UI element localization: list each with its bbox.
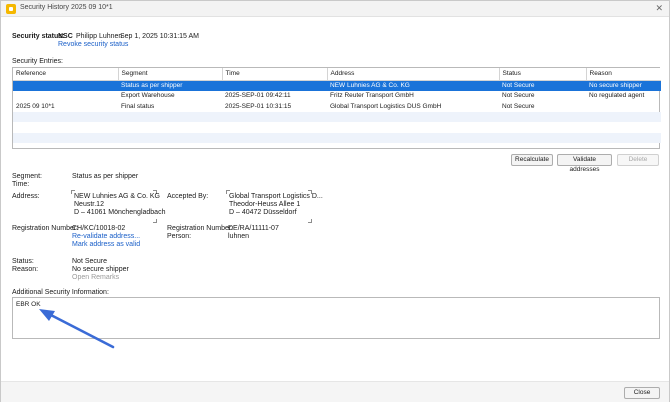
- cell-address: Fritz Reuter Transport GmbH: [330, 92, 414, 100]
- time-label: Time:: [12, 181, 30, 188]
- column-header-reference[interactable]: Reference: [13, 68, 119, 81]
- window-title: Security History 2025 09 10*1: [20, 4, 113, 11]
- accepted-by-label: Accepted By:: [167, 193, 209, 200]
- cell-address: NEW Luhnies AG & Co. KG: [327, 80, 499, 91]
- dialog-footer: Close: [1, 381, 669, 402]
- address-label: Address:: [12, 193, 40, 200]
- accepted-registration-number-value: DE/RA/11111-07: [228, 225, 279, 232]
- accepted-by-box[interactable]: Global Transport Logistics D... Theodor-…: [226, 190, 323, 223]
- empty-row: [13, 122, 661, 133]
- cell-reason: No regulated agent: [589, 92, 645, 100]
- cell-reference: [13, 91, 118, 102]
- person-value: luhnen: [228, 233, 250, 240]
- cell-time: 2025-SEP-01 10:31:15: [225, 102, 292, 110]
- table-header: Reference Segment Time Address Status Re…: [13, 68, 661, 81]
- column-header-address[interactable]: Address: [327, 68, 500, 81]
- cell-status: Not Secure: [499, 80, 586, 91]
- table-row[interactable]: 2025 09 10*1 Final status 2025-SEP-01 10…: [13, 101, 661, 112]
- security-history-window: Security History 2025 09 10*1 ✕ Security…: [0, 0, 670, 402]
- validate-addresses-button[interactable]: Validate addresses: [557, 154, 612, 173]
- reason-value: No secure shipper: [72, 266, 129, 273]
- status-label: Status:: [12, 258, 34, 265]
- status-timestamp: Sep 1, 2025 10:31:15 AM: [120, 33, 200, 40]
- additional-info-textarea[interactable]: EBR OK: [12, 297, 660, 339]
- address-line-2: Neustr.12: [74, 201, 104, 208]
- address-box[interactable]: NEW Luhnies AG & Co. KG Neustr.12 D – 41…: [71, 190, 165, 223]
- address-line-1: NEW Luhnies AG & Co. KG: [74, 193, 160, 200]
- table-row[interactable]: Export Warehouse 2025-SEP-01 09:42:11 Fr…: [13, 91, 661, 102]
- registration-number-value: CH/KC/10018-02: [72, 225, 126, 232]
- accepted-registration-number-label: Registration Number:: [167, 225, 234, 232]
- security-entries-label: Security Entries:: [12, 58, 63, 65]
- column-header-segment[interactable]: Segment: [118, 68, 223, 81]
- cell-reason: [586, 101, 661, 112]
- delete-button[interactable]: Delete: [617, 154, 659, 166]
- cell-address: Global Transport Logistics DUS GmbH: [330, 102, 442, 110]
- revoke-security-status-link[interactable]: Revoke security status: [58, 41, 128, 48]
- segment-value: Status as per shipper: [72, 173, 139, 180]
- open-remarks-link[interactable]: Open Remarks: [72, 274, 119, 281]
- cell-time: [222, 80, 327, 91]
- security-status-label: Security status:: [12, 33, 65, 40]
- accepted-line-1: Global Transport Logistics D...: [229, 193, 323, 200]
- cell-segment: Export Warehouse: [121, 92, 175, 100]
- cell-status: Not Secure: [502, 102, 535, 110]
- close-icon[interactable]: ✕: [655, 3, 663, 14]
- segment-label: Segment:: [12, 173, 42, 180]
- cell-reference: [13, 80, 118, 91]
- accepted-line-2: Theodor-Heuss Allee 1: [229, 201, 301, 208]
- cell-reason: No secure shipper: [586, 80, 661, 91]
- registration-number-label: Registration Number:: [12, 225, 79, 232]
- empty-row: [13, 111, 661, 122]
- cell-segment: Status as per shipper: [118, 80, 222, 91]
- column-header-status[interactable]: Status: [499, 68, 587, 81]
- empty-row: [13, 132, 661, 143]
- mark-address-valid-link[interactable]: Mark address as valid: [72, 241, 140, 248]
- status-value: Not Secure: [72, 258, 108, 265]
- column-header-reason[interactable]: Reason: [586, 68, 661, 81]
- cell-segment: Final status: [121, 102, 155, 110]
- title-bar: Security History 2025 09 10*1 ✕: [1, 1, 669, 17]
- table-row[interactable]: Status as per shipper NEW Luhnies AG & C…: [13, 80, 661, 91]
- revalidate-address-link[interactable]: Re-validate address...: [72, 233, 140, 240]
- cell-status: Not Secure: [502, 92, 535, 100]
- column-header-time[interactable]: Time: [222, 68, 328, 81]
- cell-reference: 2025 09 10*1: [16, 102, 55, 110]
- reason-label: Reason:: [12, 266, 39, 273]
- security-entries-table[interactable]: Reference Segment Time Address Status Re…: [12, 67, 661, 149]
- additional-info-label: Additional Security Information:: [12, 289, 109, 296]
- accepted-line-3: D – 40472 Düsseldorf: [229, 209, 297, 216]
- status-user: Philipp Luhnen: [76, 33, 123, 40]
- app-icon: [6, 4, 16, 14]
- recalculate-button[interactable]: Recalculate: [511, 154, 553, 166]
- person-label: Person:: [167, 233, 192, 240]
- security-status-code: NSC: [58, 33, 73, 40]
- cell-time: 2025-SEP-01 09:42:11: [225, 92, 291, 100]
- address-line-3: D – 41061 Mönchengladbach: [74, 209, 166, 216]
- close-button[interactable]: Close: [624, 387, 660, 399]
